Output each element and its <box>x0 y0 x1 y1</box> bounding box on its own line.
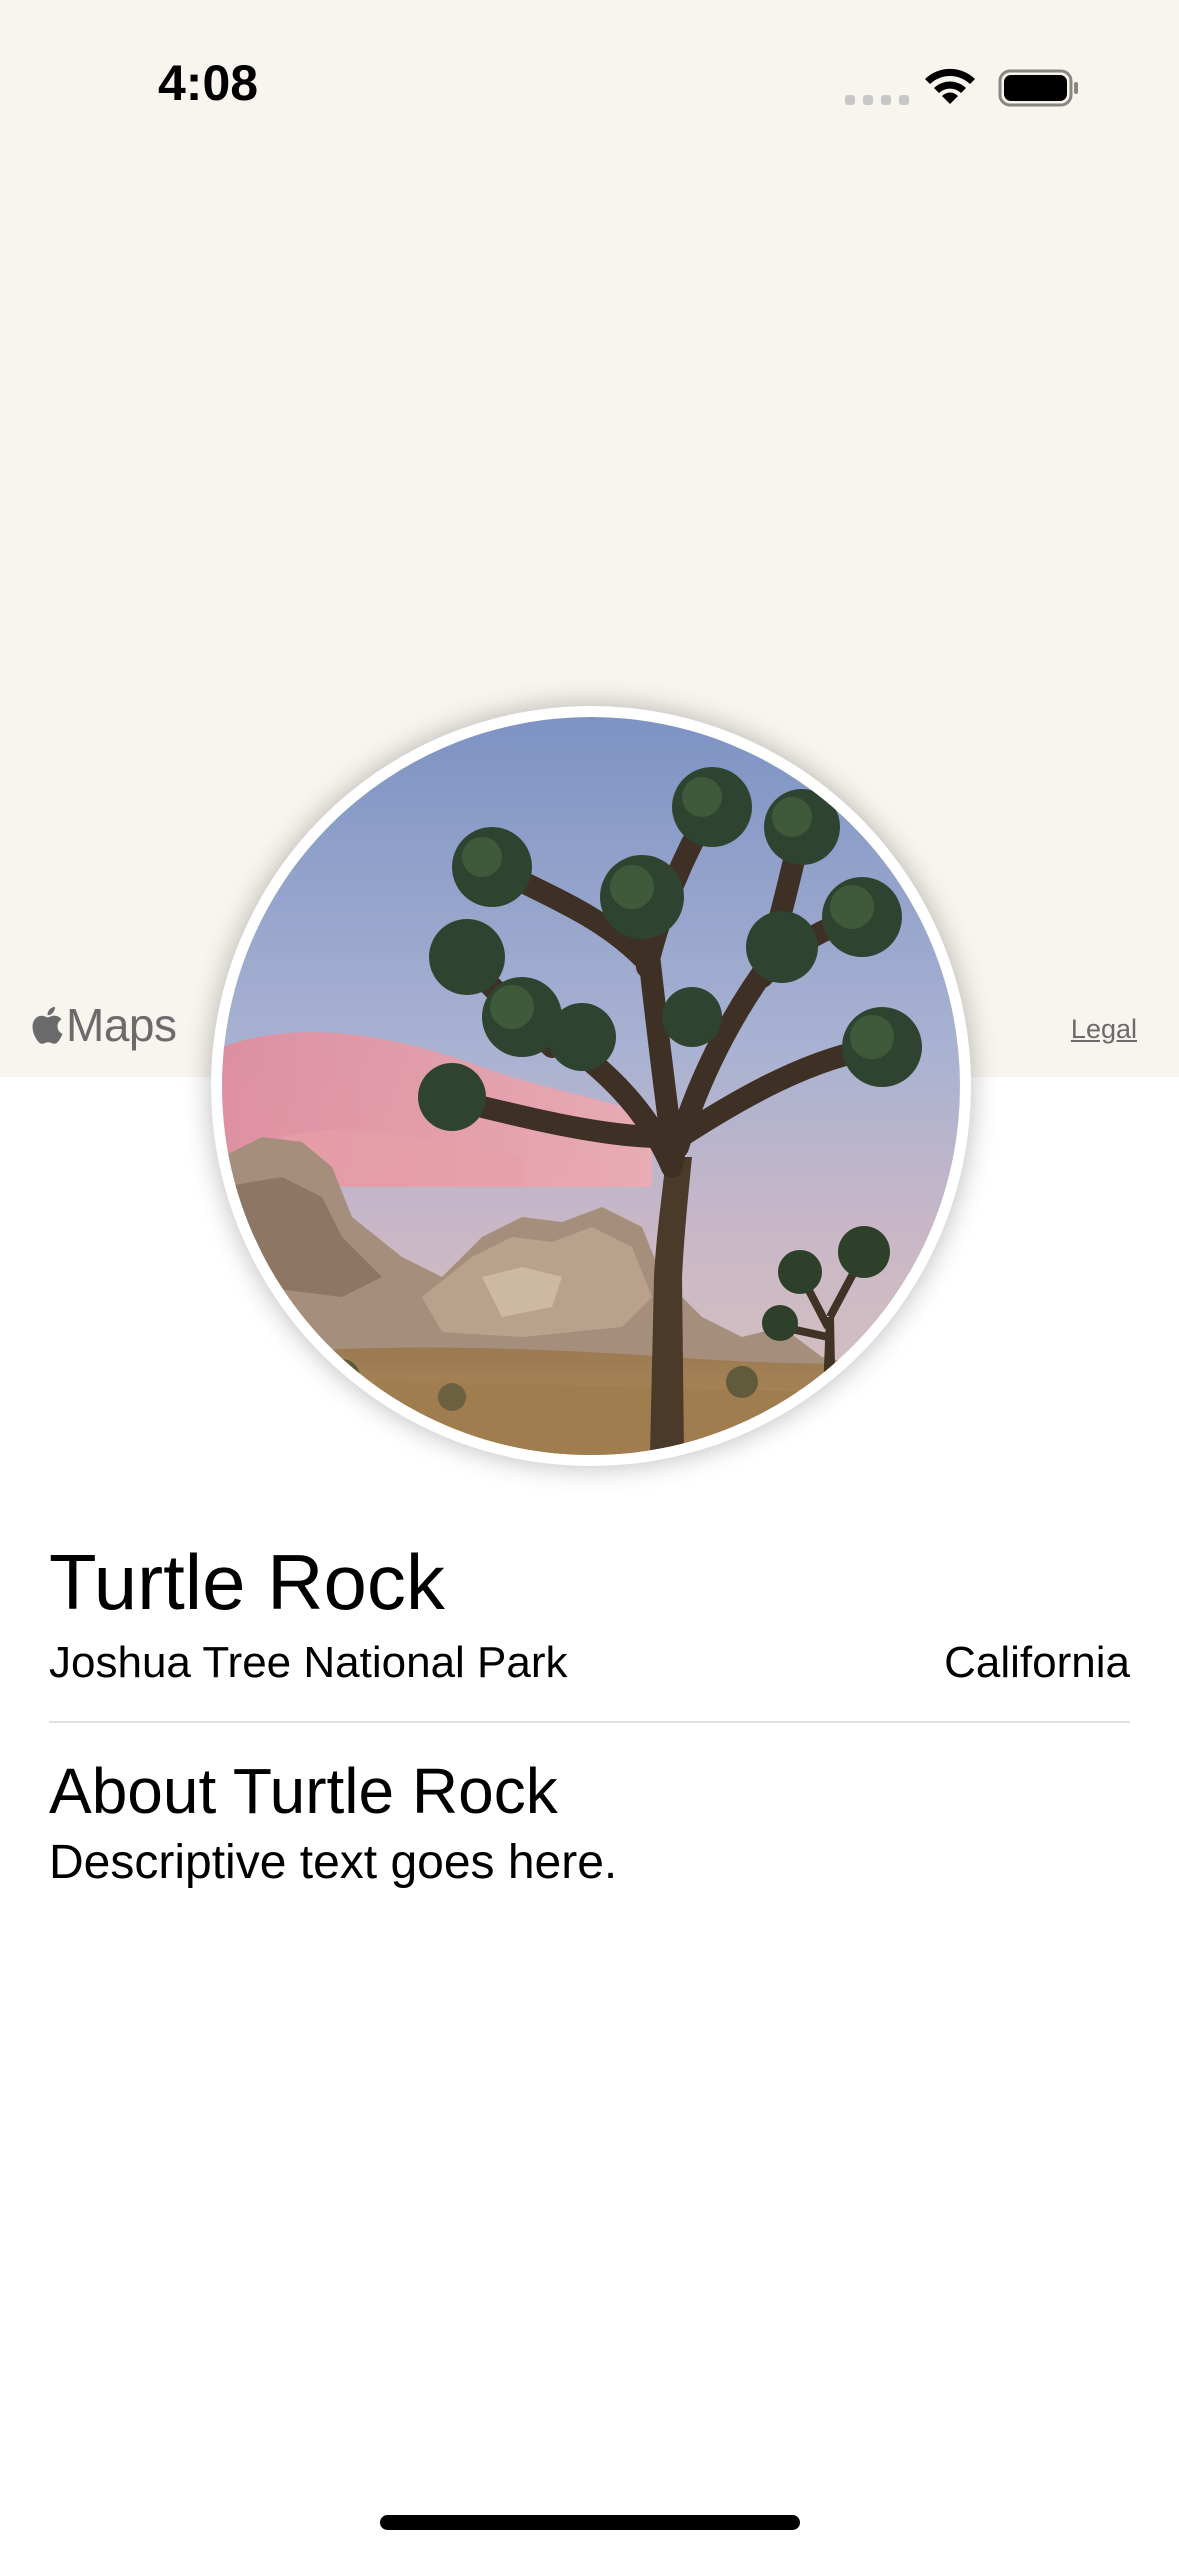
legal-link[interactable]: Legal <box>1071 1014 1137 1045</box>
maps-label: Maps <box>66 999 177 1051</box>
status-time: 4:08 <box>158 55 259 111</box>
state-name: California <box>944 1638 1130 1687</box>
joshua-tree-image <box>222 717 960 1455</box>
divider <box>49 1721 1130 1723</box>
park-name: Joshua Tree National Park <box>49 1638 568 1687</box>
description-text: Descriptive text goes here. <box>49 1836 618 1889</box>
landmark-title: Turtle Rock <box>49 1538 445 1626</box>
landmark-photo <box>222 717 960 1455</box>
about-heading: About Turtle Rock <box>49 1755 558 1827</box>
wifi-icon <box>925 68 975 104</box>
landmark-photo-frame <box>211 706 971 1466</box>
home-indicator[interactable] <box>380 2515 800 2530</box>
battery-icon <box>998 69 1078 107</box>
cellular-signal-icon <box>845 95 909 105</box>
apple-icon <box>32 1006 63 1044</box>
landmark-detail-screen: Maps Legal 4:08 Turtle Rock Joshua Tree … <box>0 0 1179 2556</box>
status-bar: 4:08 <box>0 0 1179 150</box>
maps-attribution: Maps <box>30 998 177 1052</box>
